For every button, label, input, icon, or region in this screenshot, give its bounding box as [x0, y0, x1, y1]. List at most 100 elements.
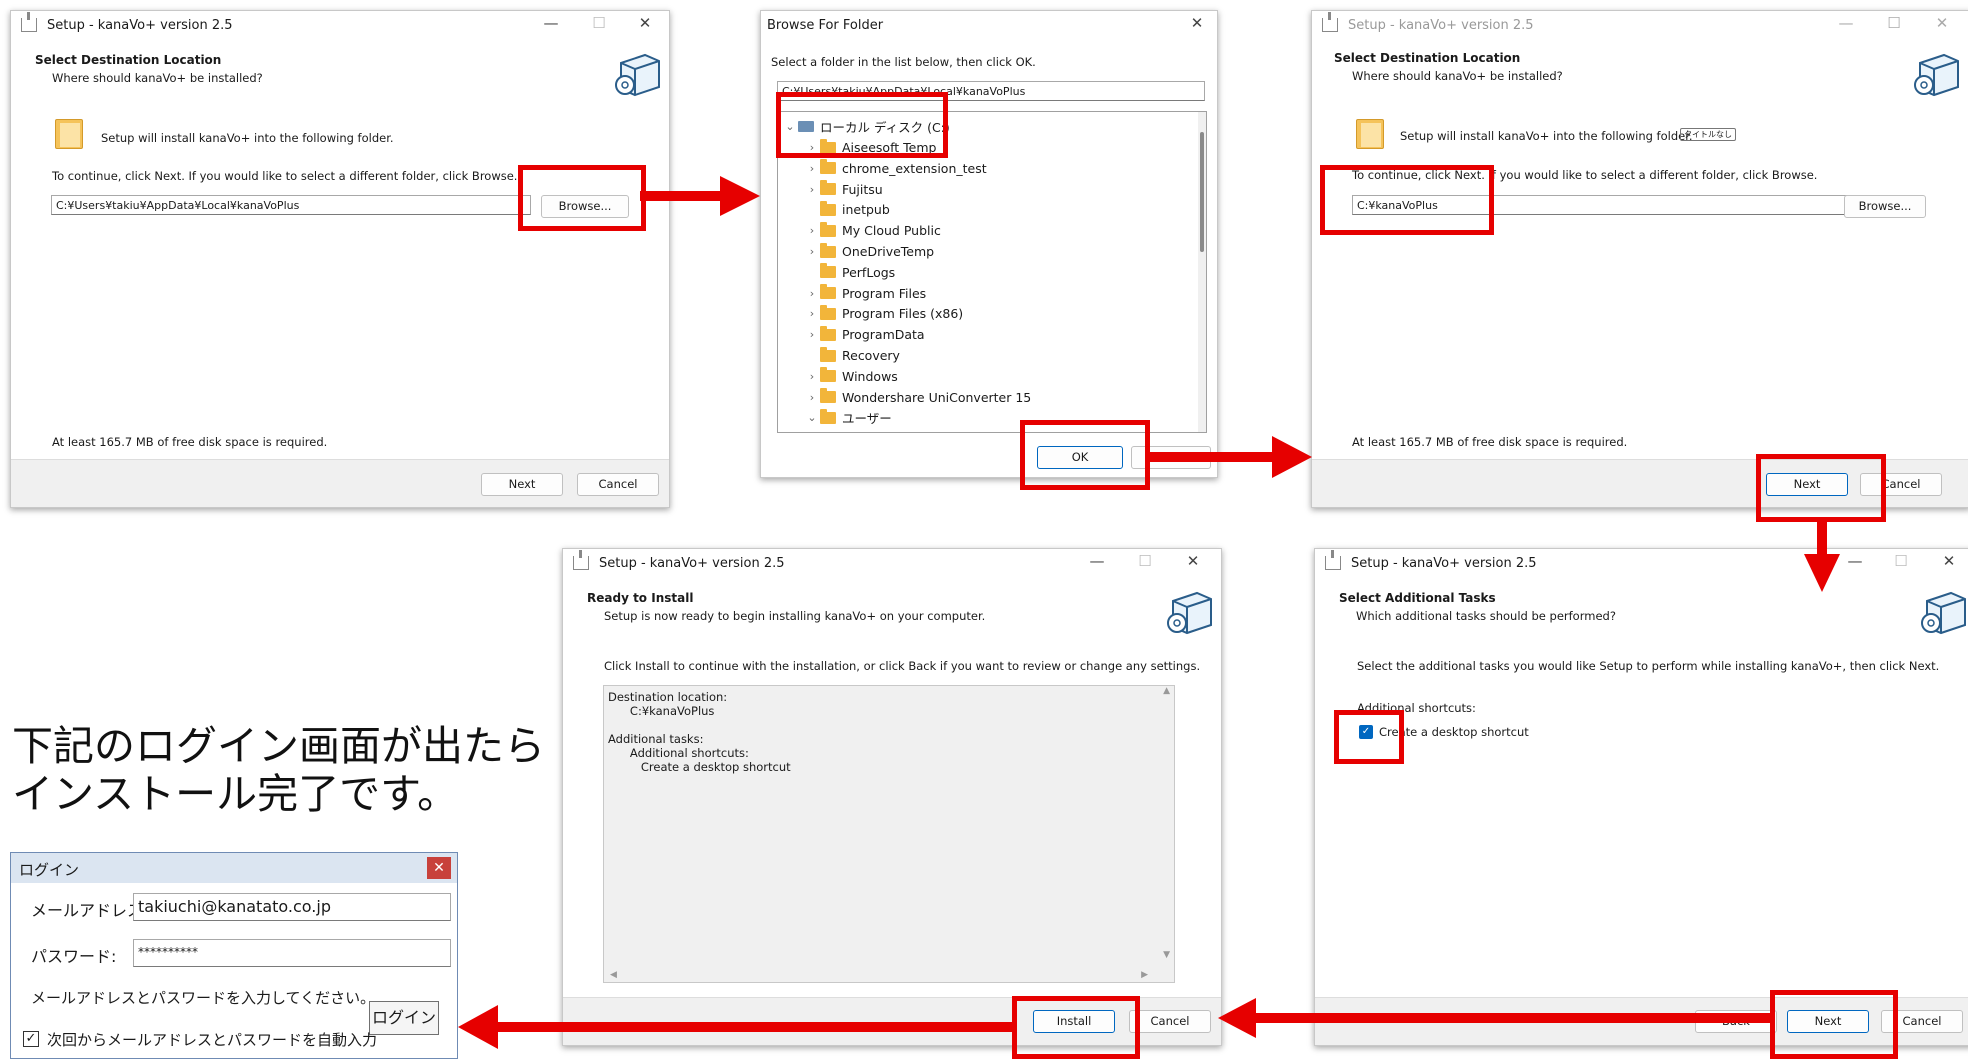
tree-item[interactable]: PerfLogs: [804, 262, 895, 283]
auto-fill-checkbox[interactable]: ✓: [23, 1031, 39, 1047]
arrow-right-1: [640, 176, 760, 216]
tree-item[interactable]: ⌄ ユーザー: [804, 407, 892, 428]
folder-text: Setup will install kanaVo+ into the foll…: [1400, 129, 1693, 143]
tree-item[interactable]: › ProgramData: [804, 324, 925, 345]
arrow-right-2: [1146, 436, 1312, 478]
folder-icon: [820, 242, 836, 258]
setup-icon: [21, 12, 37, 32]
cancel-button[interactable]: Cancel: [577, 473, 659, 496]
folder-icon: [820, 284, 836, 300]
tree-item-label: Wondershare UniConverter 15: [842, 389, 1032, 405]
chevron-right-icon[interactable]: ›: [804, 162, 820, 175]
maximize-button[interactable]: ☐: [1882, 14, 1906, 36]
highlight-drive: [776, 92, 948, 158]
minimize-button[interactable]: —: [539, 14, 563, 36]
folder-tree[interactable]: ⌄ ローカル ディスク (C:) › Aiseesoft Temp › chrome_…: [777, 111, 1207, 433]
chevron-right-icon[interactable]: ›: [804, 245, 820, 258]
close-button[interactable]: ✕: [1185, 14, 1209, 36]
page-subtitle: Which additional tasks should be perform…: [1356, 609, 1616, 623]
folder-icon: [820, 388, 836, 404]
instruction-text: Select a folder in the list below, then …: [771, 55, 1036, 69]
password-field[interactable]: **********: [133, 939, 451, 967]
highlight-install: [1012, 996, 1140, 1059]
tree-item-label: My Cloud Public: [842, 223, 941, 239]
close-button[interactable]: ✕: [1937, 552, 1961, 574]
summary-box[interactable]: Destination location: C:¥kanaVoPlus Addi…: [603, 685, 1175, 983]
maximize-button[interactable]: ☐: [587, 14, 611, 36]
folder-icon: [55, 119, 83, 149]
title-bar: Setup - kanaVo+ version 2.5 — ☐ ✕: [1312, 11, 1968, 41]
chevron-down-icon[interactable]: ⌄: [804, 411, 820, 424]
browse-button[interactable]: Browse...: [1844, 195, 1926, 218]
highlight-path: [1320, 165, 1494, 235]
scrollbar-thumb[interactable]: [1200, 132, 1204, 252]
instruction-text: Click Install to continue with the insta…: [604, 659, 1201, 673]
minimize-button[interactable]: —: [1843, 552, 1867, 574]
close-button[interactable]: ✕: [1930, 14, 1954, 36]
setup-icon: [573, 550, 589, 570]
package-icon: [1167, 591, 1212, 635]
tree-item-label: Program Files: [842, 285, 927, 301]
arrow-left-1: [1218, 998, 1774, 1038]
arrow-down: [1804, 518, 1840, 592]
scroll-left-icon[interactable]: ◀: [610, 970, 617, 980]
window-title: Setup - kanaVo+ version 2.5: [47, 18, 233, 33]
auto-fill-label: 次回からメールアドレスとパスワードを自動入力: [47, 1031, 378, 1049]
close-button[interactable]: ✕: [633, 14, 657, 36]
browse-for-folder-dialog: Browse For Folder ✕ Select a folder in t…: [760, 10, 1218, 478]
destination-path-input[interactable]: C:¥Users¥takiu¥AppData¥Local¥kanaVoPlus: [51, 195, 531, 215]
tooltip: タイトルなし: [1680, 128, 1736, 141]
tree-item[interactable]: › Fujitsu: [804, 179, 883, 200]
chevron-right-icon[interactable]: ›: [804, 224, 820, 237]
login-button[interactable]: ログイン: [369, 1001, 439, 1035]
maximize-button[interactable]: ☐: [1133, 552, 1157, 574]
chevron-right-icon[interactable]: ›: [804, 370, 820, 383]
package-icon: [615, 53, 660, 97]
page-title: Select Destination Location: [1334, 51, 1521, 65]
scroll-right-icon[interactable]: ▶: [1141, 970, 1148, 980]
tree-item[interactable]: › My Cloud Public: [804, 220, 941, 241]
tree-item-label: Recovery: [842, 348, 900, 363]
chevron-right-icon[interactable]: ›: [804, 307, 820, 320]
close-button[interactable]: ✕: [427, 857, 451, 879]
tree-item[interactable]: › Windows: [804, 366, 898, 387]
title-bar: Setup - kanaVo+ version 2.5 — ☐ ✕: [11, 11, 669, 41]
password-label: パスワード:: [31, 947, 117, 966]
folder-icon: [820, 367, 836, 383]
tree-item[interactable]: inetpub: [804, 199, 890, 220]
email-field[interactable]: takiuchi@kanatato.co.jp: [133, 893, 451, 921]
chevron-right-icon[interactable]: ›: [804, 391, 820, 404]
scroll-up-icon[interactable]: ▲: [1163, 686, 1170, 696]
chevron-right-icon[interactable]: ›: [804, 287, 820, 300]
highlight-checkbox: [1334, 710, 1404, 764]
maximize-button[interactable]: ☐: [1889, 552, 1913, 574]
page-title: Ready to Install: [587, 591, 694, 605]
login-title: ログイン: [19, 861, 80, 879]
package-icon: [1914, 53, 1959, 97]
tree-item[interactable]: › Wondershare UniConverter 15: [804, 387, 1031, 408]
folder-icon: [820, 325, 836, 341]
tree-item[interactable]: › OneDriveTemp: [804, 241, 934, 262]
setup-dialog-tasks: Setup - kanaVo+ version 2.5 — ☐ ✕ Select…: [1314, 548, 1968, 1046]
page-subtitle: Where should kanaVo+ be installed?: [52, 71, 263, 85]
tree-item[interactable]: › chrome_extension_test: [804, 158, 987, 179]
tree-item[interactable]: › Program Files: [804, 283, 926, 304]
tree-item-label: OneDriveTemp: [842, 244, 935, 259]
cancel-button[interactable]: Cancel: [1129, 1010, 1211, 1033]
window-title: Browse For Folder: [767, 18, 884, 33]
next-button[interactable]: Next: [481, 473, 563, 496]
folder-icon: [820, 346, 836, 362]
minimize-button[interactable]: —: [1085, 552, 1109, 574]
close-button[interactable]: ✕: [1181, 552, 1205, 574]
chevron-right-icon[interactable]: ›: [804, 328, 820, 341]
chevron-right-icon[interactable]: ›: [804, 183, 820, 196]
minimize-button[interactable]: —: [1834, 14, 1858, 36]
tree-item[interactable]: › Program Files (x86): [804, 303, 963, 324]
folder-icon: [1356, 119, 1384, 149]
login-message: メールアドレスとパスワードを入力してください。: [31, 989, 376, 1007]
tree-item-label: inetpub: [842, 202, 890, 218]
scroll-down-icon[interactable]: ▼: [1163, 950, 1170, 960]
tree-item[interactable]: Recovery: [804, 345, 900, 366]
folder-icon: [820, 408, 836, 424]
setup-icon: [1322, 12, 1338, 32]
